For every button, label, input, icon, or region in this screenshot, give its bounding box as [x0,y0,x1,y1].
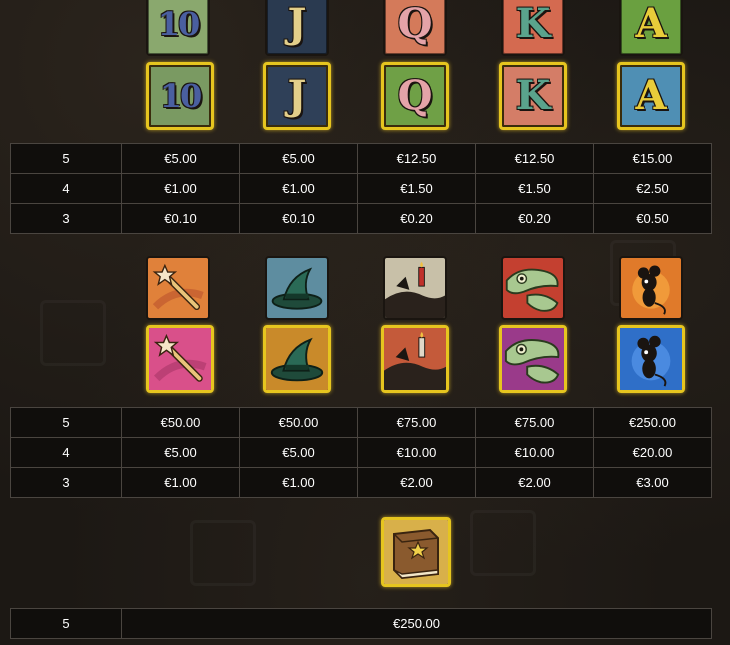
payout-cell: €1.00 [121,173,240,204]
ravens-candle-symbol [383,256,447,320]
background-ghost-symbol [470,510,536,576]
match-count: 3 [10,467,122,498]
jack-glyph: J [287,0,307,47]
ace-glyph: A [635,0,667,47]
payout-cell: €0.10 [239,203,358,234]
payout-cell: €12.50 [475,143,594,174]
match-count: 4 [10,437,122,468]
payout-cell: €1.00 [239,467,358,498]
paytable-picture-symbols: 5 €50.00 €50.00 €75.00 €75.00 €250.00 4 … [10,407,712,498]
payout-cell: €75.00 [357,407,476,438]
payout-cell: €5.00 [121,437,240,468]
frog-symbol [501,256,565,320]
queen-symbol-highlighted: Q [381,62,449,130]
witch-hat-icon [266,328,328,390]
table-row: 3 €0.10 €0.10 €0.20 €0.20 €0.50 [10,203,712,234]
payout-cell: €5.00 [121,143,240,174]
wand-icon [149,328,211,390]
spellbook-icon [384,520,448,584]
payout-cell: €1.00 [121,467,240,498]
spellbook-symbol-highlighted [381,517,451,587]
match-count: 4 [10,173,122,204]
payout-cell: €1.00 [239,173,358,204]
witch-hat-icon [267,258,327,318]
ten-symbol-highlighted: 10 [146,62,214,130]
witch-hat-symbol [265,256,329,320]
table-row: 4 €5.00 €5.00 €10.00 €10.00 €20.00 [10,437,712,468]
ten-symbol-bg [148,0,208,54]
payout-cell: €50.00 [239,407,358,438]
ravens-candle-symbol-highlighted [381,325,449,393]
jack-symbol: J [265,0,329,56]
payout-cell: €5.00 [239,143,358,174]
card-symbols-bottom-row: 10 J Q K A [0,62,730,132]
table-row: 5 €250.00 [10,608,712,639]
match-count: 5 [10,143,122,174]
match-count: 3 [10,203,122,234]
queen-glyph: Q [397,0,433,47]
payout-cell: €0.50 [593,203,712,234]
payout-cell: €1.50 [475,173,594,204]
payout-cell: €5.00 [239,437,358,468]
mouse-symbol-highlighted [617,325,685,393]
queen-symbol: Q [383,0,447,56]
paytable-card-symbols: 5 €5.00 €5.00 €12.50 €12.50 €15.00 4 €1.… [10,143,712,234]
payout-cell: €10.00 [357,437,476,468]
picture-symbols-top-row [0,256,730,322]
payout-cell: €3.00 [593,467,712,498]
payout-cell: €2.00 [475,467,594,498]
payout-cell: €0.10 [121,203,240,234]
payout-cell: €75.00 [475,407,594,438]
match-count: 5 [10,608,122,639]
table-row: 5 €5.00 €5.00 €12.50 €12.50 €15.00 [10,143,712,174]
frog-icon [502,328,564,390]
wand-icon [148,258,208,318]
paytable-spellbook-symbol: 5 €250.00 [10,608,712,639]
payout-cell: €20.00 [593,437,712,468]
queen-glyph: Q [397,72,433,119]
frog-symbol-highlighted [499,325,567,393]
king-symbol-highlighted: K [499,62,567,130]
ten-glyph: 10 [159,77,203,115]
background-ghost-symbol [190,520,256,586]
ravens-candle-icon [384,328,446,390]
wand-symbol-highlighted [146,325,214,393]
payout-cell: €0.20 [475,203,594,234]
king-glyph: K [515,0,551,47]
mouse-icon [621,258,681,318]
payout-cell: €1.50 [357,173,476,204]
ten-symbol: 10 [146,0,210,56]
payout-cell: €12.50 [357,143,476,174]
picture-symbols-bottom-row [0,325,730,395]
payout-cell: €250.00 [593,407,712,438]
payout-cell: €250.00 [121,608,712,639]
mouse-symbol [619,256,683,320]
payout-cell: €10.00 [475,437,594,468]
payout-cell: €2.50 [593,173,712,204]
wand-symbol [146,256,210,320]
payout-cell: €2.00 [357,467,476,498]
table-row: 4 €1.00 €1.00 €1.50 €1.50 €2.50 [10,173,712,204]
payout-cell: €15.00 [593,143,712,174]
card-symbols-top-row: 10 J Q K A [0,0,730,58]
table-row: 3 €1.00 €1.00 €2.00 €2.00 €3.00 [10,467,712,498]
frog-icon [503,258,563,318]
jack-glyph: J [287,72,307,119]
mouse-icon [620,328,682,390]
match-count: 5 [10,407,122,438]
jack-symbol-highlighted: J [263,62,331,130]
ace-glyph: A [635,72,667,119]
payout-cell: €50.00 [121,407,240,438]
ace-symbol: A [619,0,683,56]
king-symbol: K [501,0,565,56]
king-glyph: K [515,72,551,119]
ace-symbol-highlighted: A [617,62,685,130]
payout-cell: €0.20 [357,203,476,234]
table-row: 5 €50.00 €50.00 €75.00 €75.00 €250.00 [10,407,712,438]
witch-hat-symbol-highlighted [263,325,331,393]
ravens-candle-icon [385,258,445,318]
